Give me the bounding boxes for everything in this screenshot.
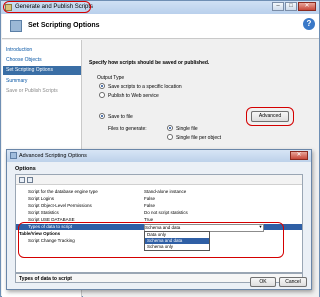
save-to-file-radio[interactable] <box>99 113 105 119</box>
single-file-per-object-radio[interactable] <box>167 134 173 140</box>
nav-item-summary[interactable]: Summary <box>6 77 27 86</box>
nav-item-set-scripting-options[interactable]: Set Scripting Options <box>3 66 81 75</box>
property-row[interactable]: Script for the database engine type Stan… <box>16 189 302 195</box>
property-name: Script Statistics <box>28 210 59 215</box>
description-title: Types of data to script <box>19 276 72 282</box>
title-highlight-annotation <box>3 1 91 13</box>
save-to-location-radio[interactable] <box>99 83 105 89</box>
help-icon[interactable]: ? <box>303 18 315 30</box>
property-name: Script for the database engine type <box>28 189 98 194</box>
close-icon[interactable]: ✕ <box>298 2 316 11</box>
title-bar[interactable]: Generate and Publish Scripts – □ ✕ <box>1 1 319 14</box>
alphabetical-icon[interactable] <box>27 177 33 183</box>
property-grid-toolbar <box>16 175 302 185</box>
advanced-highlight-annotation <box>246 107 294 126</box>
property-value: Stand-alone instance <box>144 189 187 194</box>
property-value: False <box>144 196 156 201</box>
categorized-icon[interactable] <box>19 177 25 183</box>
generate-publish-scripts-window: Generate and Publish Scripts – □ ✕ Set S… <box>0 0 320 297</box>
nav-item-choose-objects[interactable]: Choose Objects <box>6 56 42 65</box>
advanced-scripting-options-dialog: Advanced Scripting Options ✕ Options Scr… <box>6 149 312 290</box>
wizard-header: Set Scripting Options ? <box>2 14 319 39</box>
property-grid: Script for the database engine type Stan… <box>15 174 303 273</box>
dialog-close-icon[interactable]: ✕ <box>290 151 308 160</box>
property-row[interactable]: Script Object-Level Permissions False <box>16 203 302 209</box>
minimize-icon[interactable]: – <box>272 2 284 11</box>
page-title: Set Scripting Options <box>28 22 100 29</box>
nav-item-introduction[interactable]: Introduction <box>6 46 32 55</box>
publish-web-service-label: Publish to Web service <box>108 93 159 99</box>
property-value: False <box>144 203 156 208</box>
save-to-file-label: Save to file <box>108 114 133 120</box>
property-value: Do not script statistics <box>144 210 188 215</box>
property-row[interactable]: Script Logins False <box>16 196 302 202</box>
dialog-title-bar[interactable]: Advanced Scripting Options ✕ <box>7 150 311 162</box>
dialog-app-icon <box>10 152 17 159</box>
save-to-location-label: Save scripts to a specific location <box>108 84 182 90</box>
property-row[interactable]: Script Statistics Do not script statisti… <box>16 210 302 216</box>
output-type-label: Output Type <box>97 75 125 81</box>
single-file-per-object-label: Single file per object <box>176 135 222 141</box>
files-to-generate-label: Files to generate: <box>108 126 147 132</box>
instruction-text: Specify how scripts should be saved or p… <box>89 60 210 66</box>
cancel-button[interactable]: Cancel <box>279 277 307 287</box>
scripting-options-icon <box>10 20 22 32</box>
maximize-icon[interactable]: □ <box>285 2 297 11</box>
property-name: Script Object-Level Permissions <box>28 203 92 208</box>
dropdown-highlight-annotation <box>18 222 284 258</box>
nav-item-save-or-publish: Save or Publish Scripts <box>6 88 58 94</box>
single-file-label: Single file <box>176 126 198 132</box>
ok-button[interactable]: OK <box>250 277 276 287</box>
window-caption-buttons: – □ ✕ <box>272 2 316 11</box>
single-file-radio[interactable] <box>167 125 173 131</box>
dialog-title: Advanced Scripting Options <box>19 153 87 159</box>
options-label: Options <box>15 166 36 172</box>
publish-web-service-radio[interactable] <box>99 92 105 98</box>
property-name: Script Logins <box>28 196 55 201</box>
